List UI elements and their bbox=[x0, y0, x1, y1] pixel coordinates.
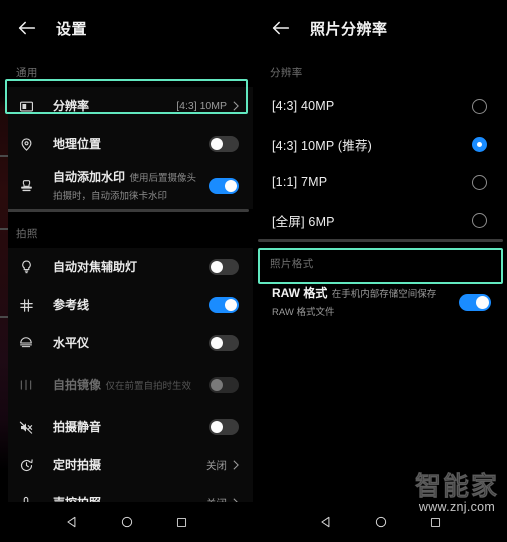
nav-recents-square-icon[interactable] bbox=[429, 516, 442, 529]
geolocation-text: 地理位置 bbox=[53, 135, 201, 153]
row-title: 参考线 bbox=[53, 298, 90, 312]
value-text: 关闭 bbox=[206, 459, 227, 472]
selfie-mirror-icon bbox=[16, 375, 36, 395]
section-divider bbox=[0, 209, 253, 217]
resolution-value: [4:3] 10MP bbox=[176, 100, 239, 112]
row-title: 分辨率 bbox=[53, 99, 90, 113]
resolution-text: 分辨率 bbox=[53, 97, 168, 115]
radio-button[interactable] bbox=[472, 98, 487, 114]
row-subtitle: 仅在前置自拍时生效 bbox=[105, 381, 191, 392]
back-arrow-icon[interactable] bbox=[16, 17, 38, 39]
chevron-right-icon bbox=[233, 101, 239, 111]
edge-tick bbox=[0, 155, 8, 157]
general-group: 分辨率 [4:3] 10MP 地理位置 自动添加水印 使用后置摄像头拍摄时，自动… bbox=[0, 87, 253, 209]
radio-button-selected[interactable] bbox=[472, 136, 487, 152]
grid-lines-icon bbox=[16, 295, 36, 315]
dual-screenshot-container: 设置 通用 分辨率 [4:3] 10MP 地理位置 自动添加水印 使用后置摄像头… bbox=[0, 0, 507, 542]
section-label-photo: 拍照 bbox=[16, 228, 38, 240]
sidebar-item-grid-lines[interactable]: 参考线 bbox=[0, 286, 253, 324]
resolution-option-10mp[interactable]: [4:3] 10MP (推荐) bbox=[254, 125, 507, 163]
option-label: [1:1] 7MP bbox=[272, 175, 328, 189]
left-screen-settings: 设置 通用 分辨率 [4:3] 10MP 地理位置 自动添加水印 使用后置摄像头… bbox=[0, 0, 254, 542]
page-title: 设置 bbox=[56, 20, 88, 38]
auto-watermark-text: 自动添加水印 使用后置摄像头拍摄时，自动添加徕卡水印 bbox=[53, 168, 201, 204]
option-label: [全屏] 6MP bbox=[272, 214, 335, 229]
raw-format-text: RAW 格式 在手机内部存储空间保存 RAW 格式文件 bbox=[272, 284, 451, 320]
edge-tick bbox=[0, 228, 8, 230]
resolution-options-list: [4:3] 40MP [4:3] 10MP (推荐) [1:1] 7MP [全屏… bbox=[254, 87, 507, 239]
auto-watermark-toggle[interactable] bbox=[209, 178, 239, 194]
resolution-option-40mp[interactable]: [4:3] 40MP bbox=[254, 87, 507, 125]
section-label-general: 通用 bbox=[16, 67, 38, 79]
left-header: 设置 bbox=[0, 0, 253, 56]
row-title: 自动对焦辅助灯 bbox=[53, 260, 138, 274]
resolution-option-6mp[interactable]: [全屏] 6MP bbox=[254, 201, 507, 239]
option-label: [4:3] 10MP (推荐) bbox=[272, 138, 373, 153]
back-arrow-icon[interactable] bbox=[270, 17, 292, 39]
sidebar-item-selfie-mirror[interactable]: 自拍镜像 仅在前置自拍时生效 bbox=[0, 362, 253, 408]
raw-format-toggle[interactable] bbox=[459, 293, 491, 311]
scroll-indicator[interactable] bbox=[258, 239, 503, 242]
sidebar-item-af-assist-light[interactable]: 自动对焦辅助灯 bbox=[0, 248, 253, 286]
section-label-resolution: 分辨率 bbox=[270, 67, 303, 79]
resolution-icon bbox=[16, 96, 36, 116]
section-label-photo-format: 照片格式 bbox=[270, 258, 314, 270]
nav-recents-square-icon[interactable] bbox=[175, 516, 188, 529]
timer-shooting-value: 关闭 bbox=[206, 458, 239, 473]
raw-format-row[interactable]: RAW 格式 在手机内部存储空间保存 RAW 格式文件 bbox=[254, 278, 507, 328]
level-gauge-icon bbox=[16, 333, 36, 353]
mute-shutter-toggle[interactable] bbox=[209, 419, 239, 435]
nav-back-triangle-icon[interactable] bbox=[319, 515, 333, 529]
grid-lines-toggle[interactable] bbox=[209, 297, 239, 313]
selfie-mirror-toggle[interactable] bbox=[209, 377, 239, 393]
radio-button[interactable] bbox=[472, 174, 487, 190]
level-gauge-text: 水平仪 bbox=[53, 334, 201, 352]
photo-group: 自动对焦辅助灯 参考线 水平仪 自拍镜像 仅在前置自拍时生效 拍摄静音 定时拍摄… bbox=[0, 248, 253, 542]
edge-tick bbox=[0, 316, 8, 318]
timer-shooting-text: 定时拍摄 bbox=[53, 456, 198, 474]
sidebar-item-level-gauge[interactable]: 水平仪 bbox=[0, 324, 253, 362]
sidebar-item-geolocation[interactable]: 地理位置 bbox=[0, 125, 253, 163]
row-title: 水平仪 bbox=[53, 336, 90, 350]
geolocation-toggle[interactable] bbox=[209, 136, 239, 152]
level-gauge-toggle[interactable] bbox=[209, 335, 239, 351]
row-title: 拍摄静音 bbox=[53, 420, 102, 434]
left-navbar bbox=[0, 502, 253, 542]
scroll-indicator[interactable] bbox=[4, 209, 249, 212]
row-title: 自动添加水印 bbox=[53, 170, 126, 184]
autofocus-lamp-icon bbox=[16, 257, 36, 277]
mute-shutter-icon bbox=[16, 417, 36, 437]
right-navbar bbox=[254, 502, 507, 542]
row-title: 定时拍摄 bbox=[53, 458, 102, 472]
watermark-stamp-icon bbox=[16, 176, 36, 196]
value-text: [4:3] 10MP bbox=[176, 100, 227, 112]
mute-shutter-text: 拍摄静音 bbox=[53, 418, 201, 436]
row-title: 自拍镜像 bbox=[53, 378, 102, 392]
timer-icon bbox=[16, 455, 36, 475]
right-header: 照片分辨率 bbox=[254, 0, 507, 56]
nav-home-circle-icon[interactable] bbox=[374, 515, 388, 529]
page-title: 照片分辨率 bbox=[310, 20, 388, 38]
right-screen-photo-resolution: 照片分辨率 分辨率 [4:3] 40MP [4:3] 10MP (推荐) [1:… bbox=[254, 0, 507, 542]
section-divider bbox=[254, 239, 507, 247]
option-label: [4:3] 40MP bbox=[272, 99, 335, 113]
grid-lines-text: 参考线 bbox=[53, 296, 201, 314]
row-title: 地理位置 bbox=[53, 137, 102, 151]
chevron-right-icon bbox=[233, 460, 239, 470]
sidebar-item-resolution[interactable]: 分辨率 [4:3] 10MP bbox=[0, 87, 253, 125]
nav-back-triangle-icon[interactable] bbox=[65, 515, 79, 529]
nav-home-circle-icon[interactable] bbox=[120, 515, 134, 529]
af-assist-toggle[interactable] bbox=[209, 259, 239, 275]
selfie-mirror-text: 自拍镜像 仅在前置自拍时生效 bbox=[53, 376, 201, 394]
af-assist-text: 自动对焦辅助灯 bbox=[53, 258, 201, 276]
sidebar-item-auto-watermark[interactable]: 自动添加水印 使用后置摄像头拍摄时，自动添加徕卡水印 bbox=[0, 163, 253, 209]
raw-format-title: RAW 格式 bbox=[272, 286, 328, 300]
sidebar-item-timer-shooting[interactable]: 定时拍摄 关闭 bbox=[0, 446, 253, 484]
sidebar-item-mute-shutter[interactable]: 拍摄静音 bbox=[0, 408, 253, 446]
location-pin-icon bbox=[16, 134, 36, 154]
radio-button[interactable] bbox=[472, 212, 487, 228]
watermark-brand: 智能家 bbox=[414, 471, 499, 502]
resolution-option-7mp[interactable]: [1:1] 7MP bbox=[254, 163, 507, 201]
